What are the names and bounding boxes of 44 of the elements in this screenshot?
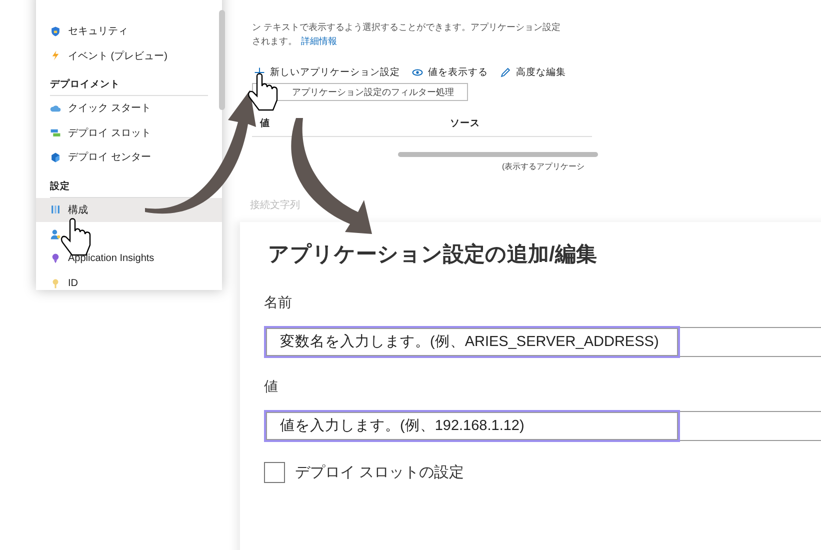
item-label: デプロイ スロット [68, 126, 151, 140]
sidebar-item[interactable]: セキュリティ [36, 19, 222, 44]
scrollbar[interactable] [398, 152, 598, 157]
sidebar-item[interactable]: イベント (プレビュー) [36, 44, 222, 68]
toolbar-button[interactable]: 高度な編集 [500, 66, 566, 79]
pencil-icon [500, 67, 511, 78]
column-header: 値 [258, 117, 271, 130]
person-icon [50, 228, 61, 240]
checkbox[interactable] [264, 462, 285, 483]
field-label: 名前 [264, 294, 293, 312]
dialog-title: アプリケーション設定の追加/編集 [268, 242, 598, 268]
item-label: セキュリティ [68, 25, 128, 38]
sidebar-item[interactable]: クイック スタート [36, 96, 222, 120]
item-label: デプロイ センター [68, 150, 151, 164]
bolt-icon [50, 50, 61, 62]
item-label: Application Insights [68, 253, 154, 264]
item-label: 構成 [68, 204, 88, 217]
eye-icon [412, 67, 423, 78]
scrollbar[interactable] [219, 10, 225, 110]
slots-icon [50, 127, 61, 138]
cube-icon [50, 152, 61, 163]
filter-field[interactable]: アプリケーション設定のフィルター処理 [252, 83, 468, 101]
description-text: ン テキストで表示するよう選択することができます。アプリケーション設定 [252, 21, 562, 34]
item-label: クイック スタート [68, 102, 151, 116]
sidebar-item[interactable]: デプロイ スロット [36, 120, 222, 145]
section-heading: デプロイメント [50, 74, 208, 96]
section-title: 接続文字列 [250, 198, 300, 212]
cloud-icon [50, 102, 61, 114]
input-field[interactable]: 変数名を入力します。(例、ARIES_SERVER_ADDRESS) [264, 326, 680, 358]
toolbar-button[interactable]: 値を表示する [412, 66, 488, 79]
sidebar-item[interactable]: Application Insights [36, 246, 222, 271]
description-text: されます。 [252, 35, 297, 48]
learn-more-link[interactable]: 詳細情報 [301, 34, 337, 48]
bars-icon [50, 204, 61, 216]
column-header: ソース [450, 117, 480, 130]
item-label: イベント (プレビュー) [68, 50, 168, 63]
field-label: 値 [264, 378, 279, 396]
sidebar-item[interactable]: デプロイ センター [36, 145, 222, 170]
footer-note: (表示するアプリケーシ [502, 161, 586, 172]
input-field[interactable]: 値を入力します。(例、192.168.1.12) [264, 410, 680, 442]
sidebar-item[interactable]: ID [36, 271, 222, 296]
checkbox-label: デプロイ スロットの設定 [295, 463, 464, 482]
shield-icon [50, 26, 61, 37]
item-label: ID [68, 278, 78, 289]
